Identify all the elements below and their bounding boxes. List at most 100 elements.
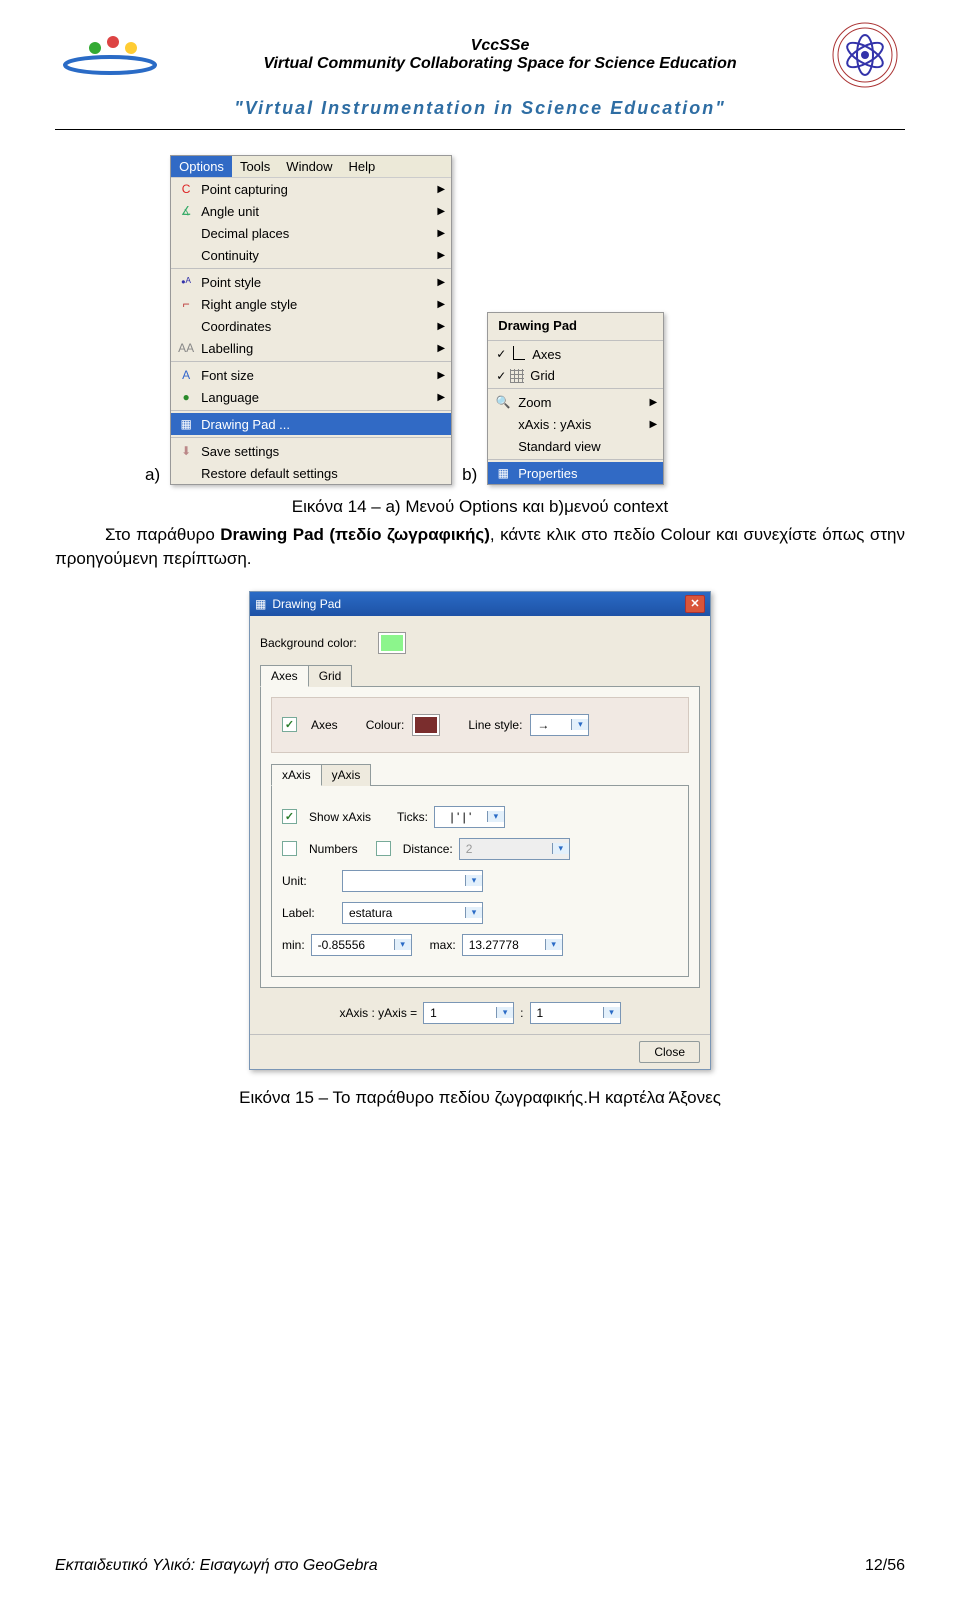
figure-a-label: a) bbox=[145, 465, 160, 485]
menu-item[interactable]: ▦ Drawing Pad ... bbox=[171, 413, 451, 435]
unit-select[interactable]: ▾ bbox=[342, 870, 483, 892]
menu-item-label: Language bbox=[201, 390, 259, 405]
menu-help[interactable]: Help bbox=[341, 156, 384, 177]
figure15-caption: Εικόνα 15 – Το παράθυρο πεδίου ζωγραφική… bbox=[55, 1088, 905, 1108]
menu-item[interactable]: Coordinates ▶ bbox=[171, 315, 451, 337]
numbers-checkbox[interactable] bbox=[282, 841, 297, 856]
axes-checkbox[interactable] bbox=[282, 717, 297, 732]
linestyle-label: Line style: bbox=[468, 718, 522, 732]
dialog-title: Drawing Pad bbox=[272, 597, 341, 611]
menu-item[interactable]: Decimal places▶ bbox=[171, 222, 451, 244]
menu-item-icon: ∡ bbox=[177, 203, 195, 219]
label-select[interactable]: estatura▾ bbox=[342, 902, 483, 924]
dialog-titlebar: ▦ Drawing Pad ✕ bbox=[250, 592, 710, 616]
close-button[interactable]: Close bbox=[639, 1041, 700, 1063]
menu-window[interactable]: Window bbox=[278, 156, 340, 177]
ticks-select[interactable]: | ' | '▾ bbox=[434, 806, 505, 828]
menu-item[interactable]: ∡Angle unit▶ bbox=[171, 200, 451, 222]
max-label: max: bbox=[430, 938, 456, 952]
header-slogan: "Virtual Instrumentation in Science Educ… bbox=[55, 98, 905, 119]
chevron-right-icon: ▶ bbox=[437, 370, 445, 381]
drawing-pad-dialog: ▦ Drawing Pad ✕ Background color: Axes G… bbox=[249, 591, 711, 1070]
menu-item-label: Restore default settings bbox=[201, 466, 338, 481]
ctx-ratio[interactable]: xAxis : yAxis▶ bbox=[488, 413, 663, 435]
figure-b-label: b) bbox=[462, 465, 477, 485]
zoom-icon: 🔍 bbox=[494, 394, 512, 410]
menu-options[interactable]: Options bbox=[171, 156, 232, 177]
chevron-right-icon: ▶ bbox=[437, 321, 445, 332]
ctx-grid[interactable]: ✓Grid bbox=[488, 365, 663, 386]
menu-item-icon: ⌐ bbox=[177, 296, 195, 312]
close-icon[interactable]: ✕ bbox=[685, 595, 705, 613]
menu-item-label: Save settings bbox=[201, 444, 279, 459]
ticks-label: Ticks: bbox=[397, 810, 428, 824]
bg-color-label: Background color: bbox=[260, 636, 370, 650]
menu-item-icon: •ᴬ bbox=[177, 274, 195, 290]
menu-item[interactable]: Continuity▶ bbox=[171, 244, 451, 266]
chevron-right-icon: ▶ bbox=[437, 299, 445, 310]
bg-color-swatch[interactable] bbox=[378, 632, 406, 654]
header-subtitle: Virtual Community Collaborating Space fo… bbox=[185, 55, 815, 73]
menu-item-label: Angle unit bbox=[201, 204, 259, 219]
dialog-icon: ▦ bbox=[255, 597, 266, 611]
max-select[interactable]: 13.27778▾ bbox=[462, 934, 563, 956]
numbers-label: Numbers bbox=[309, 842, 358, 856]
showx-label: Show xAxis bbox=[309, 810, 371, 824]
subtab-yaxis[interactable]: yAxis bbox=[321, 764, 372, 786]
menu-tools[interactable]: Tools bbox=[232, 156, 278, 177]
options-menu: Options Tools Window Help CPoint capturi… bbox=[170, 155, 452, 485]
chevron-right-icon: ▶ bbox=[437, 228, 445, 239]
menu-item-label: Coordinates bbox=[201, 319, 271, 334]
menu-item[interactable]: ● Language ▶ bbox=[171, 386, 451, 408]
menu-item[interactable]: AALabelling▶ bbox=[171, 337, 451, 359]
menu-item[interactable]: ⌐Right angle style▶ bbox=[171, 293, 451, 315]
menu-item-label: Drawing Pad ... bbox=[201, 417, 290, 432]
grid-icon bbox=[510, 369, 524, 383]
menu-item-label: Labelling bbox=[201, 341, 253, 356]
menu-item-icon: ▦ bbox=[177, 416, 195, 432]
chevron-right-icon: ▶ bbox=[437, 392, 445, 403]
menu-bar: Options Tools Window Help bbox=[171, 156, 451, 178]
axes-icon bbox=[510, 346, 526, 362]
menu-item[interactable]: •ᴬPoint style▶ bbox=[171, 271, 451, 293]
min-select[interactable]: -0.85556▾ bbox=[311, 934, 412, 956]
distance-checkbox[interactable] bbox=[376, 841, 391, 856]
menu-item-icon bbox=[177, 318, 195, 334]
menu-item-icon: ● bbox=[177, 389, 195, 405]
menu-item-icon bbox=[177, 465, 195, 481]
label-label: Label: bbox=[282, 906, 336, 920]
distance-select[interactable]: 2▾ bbox=[459, 838, 570, 860]
colour-label: Colour: bbox=[366, 718, 405, 732]
chevron-right-icon: ▶ bbox=[437, 343, 445, 354]
context-title: Drawing Pad bbox=[488, 313, 663, 338]
min-label: min: bbox=[282, 938, 305, 952]
header-title: VccSSe bbox=[185, 37, 815, 55]
menu-item-icon: C bbox=[177, 181, 195, 197]
menu-item[interactable]: CPoint capturing▶ bbox=[171, 178, 451, 200]
chevron-right-icon: ▶ bbox=[437, 277, 445, 288]
showx-checkbox[interactable] bbox=[282, 809, 297, 824]
menu-item-label: Font size bbox=[201, 368, 254, 383]
unit-label: Unit: bbox=[282, 874, 336, 888]
ratio-b-select[interactable]: 1▾ bbox=[530, 1002, 621, 1024]
logo-right bbox=[825, 20, 905, 90]
axes-chk-label: Axes bbox=[311, 718, 338, 732]
ctx-axes[interactable]: ✓Axes bbox=[488, 343, 663, 365]
colour-swatch[interactable] bbox=[412, 714, 440, 736]
paragraph: Στο παράθυρο Drawing Pad (πεδίο ζωγραφικ… bbox=[55, 523, 905, 571]
linestyle-select[interactable]: →▾ bbox=[530, 714, 589, 736]
menu-item[interactable]: ⬇ Save settings bbox=[171, 440, 451, 462]
tab-grid[interactable]: Grid bbox=[308, 665, 353, 687]
tab-axes[interactable]: Axes bbox=[260, 665, 309, 687]
menu-item[interactable]: AFont size▶ bbox=[171, 364, 451, 386]
ratio-a-select[interactable]: 1▾ bbox=[423, 1002, 514, 1024]
menu-item-icon bbox=[177, 225, 195, 241]
distance-label: Distance: bbox=[403, 842, 453, 856]
subtab-xaxis[interactable]: xAxis bbox=[271, 764, 322, 786]
ctx-zoom[interactable]: 🔍Zoom▶ bbox=[488, 391, 663, 413]
menu-item[interactable]: Restore default settings bbox=[171, 462, 451, 484]
ctx-properties[interactable]: ▦Properties bbox=[488, 462, 663, 484]
logo-left bbox=[55, 30, 175, 80]
ctx-standard[interactable]: Standard view bbox=[488, 435, 663, 457]
menu-item-icon: ⬇ bbox=[177, 443, 195, 459]
